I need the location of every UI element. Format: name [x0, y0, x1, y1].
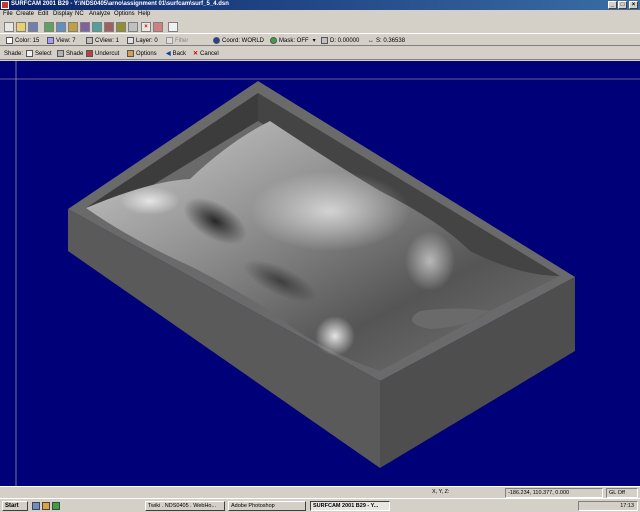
menu-bar: File Create Edit Display NC Analyze Opti…: [0, 10, 640, 19]
undercut-icon: [86, 50, 93, 57]
shade-icon: [57, 50, 64, 57]
menu-nc[interactable]: NC: [75, 11, 84, 17]
mask-label: Mask: OFF: [279, 37, 309, 44]
options-icon: [127, 50, 134, 57]
color-label: Color: 15: [15, 37, 40, 44]
back-button[interactable]: ◀ Back: [166, 49, 186, 58]
coordinate-readout: -186.234, 110.377, 0.000: [505, 488, 603, 498]
undercut-label: Undercut: [95, 50, 120, 57]
shaded-model: [0, 61, 640, 486]
menu-options[interactable]: Options: [114, 11, 135, 17]
zoom-all-icon[interactable]: [68, 22, 78, 32]
select-icon: [26, 50, 33, 57]
app-icon: [1, 1, 9, 9]
filter-label: Filter: [175, 37, 189, 44]
depth-label: D: 0.00000: [330, 37, 360, 44]
layer-control[interactable]: Layer: 0: [127, 36, 158, 45]
shade-toolbar: Shade: Select Shade Undercut Options ◀ B…: [0, 47, 640, 60]
graphics-viewport[interactable]: [0, 61, 640, 486]
shade-label: Shade: [66, 50, 84, 57]
system-tray: 17:13: [578, 501, 638, 511]
menu-create[interactable]: Create: [16, 11, 34, 17]
redraw-icon[interactable]: [128, 22, 138, 32]
color-control[interactable]: Color: 15: [6, 36, 39, 45]
menu-edit[interactable]: Edit: [38, 11, 48, 17]
color-swatch-icon: [6, 37, 13, 44]
window-title: SURFCAM 2001 B29 - Y:\NDS0405\arno\assig…: [11, 1, 229, 7]
menu-file[interactable]: File: [3, 11, 13, 17]
layer-icon: [127, 37, 134, 44]
step-label: S: 0.36538: [376, 37, 406, 44]
new-file-icon[interactable]: [4, 22, 14, 32]
cancel-x-icon: ✕: [193, 51, 199, 57]
quicklaunch-desktop-icon[interactable]: [32, 502, 40, 510]
trim-icon[interactable]: [153, 22, 163, 32]
quicklaunch-browser-icon[interactable]: [42, 502, 50, 510]
options-button[interactable]: Options: [127, 49, 157, 58]
filter-control[interactable]: Filter: [166, 36, 188, 45]
start-button[interactable]: Start: [2, 501, 28, 511]
shade-prompt: Shade:: [4, 50, 24, 57]
zoom-in-icon[interactable]: [80, 22, 90, 32]
cview-icon: [86, 37, 93, 44]
back-arrow-icon: ◀: [166, 51, 171, 57]
front-highlight: [315, 316, 355, 356]
pan-icon[interactable]: [104, 22, 114, 32]
view-control[interactable]: View: 7: [47, 36, 76, 45]
minimize-button[interactable]: _: [608, 1, 617, 9]
depth-icon: [321, 37, 328, 44]
cview-control[interactable]: CView: 1: [86, 36, 119, 45]
globe-icon: [213, 37, 220, 44]
select-label: Select: [35, 50, 52, 57]
cview-label: CView: 1: [95, 37, 119, 44]
status-bar: X, Y, Z: -186.234, 110.377, 0.000 GL Off: [0, 486, 640, 498]
select-button[interactable]: Select: [26, 49, 52, 58]
layer-label: Layer: 0: [136, 37, 158, 44]
shade-toggle-icon[interactable]: [44, 22, 54, 32]
close-button[interactable]: ×: [629, 1, 638, 9]
right-highlight: [405, 231, 455, 291]
title-bar: SURFCAM 2001 B29 - Y:\NDS0405\arno\assig…: [0, 0, 640, 10]
zoom-out-icon[interactable]: [92, 22, 102, 32]
step-control[interactable]: ↔ S: 0.36538: [368, 36, 405, 45]
xyz-label: X, Y, Z:: [432, 489, 450, 495]
menu-display[interactable]: Display: [53, 11, 73, 17]
options-label: Options: [136, 50, 157, 57]
task-twiki[interactable]: Twiki . NDS0405 . WebHo...: [145, 501, 225, 511]
task-photoshop[interactable]: Adobe Photoshop: [228, 501, 306, 511]
taskbar: Start Twiki . NDS0405 . WebHo... Adobe P…: [0, 498, 640, 512]
back-label: Back: [172, 50, 186, 57]
rotate-icon[interactable]: [116, 22, 126, 32]
undercut-button[interactable]: Undercut: [86, 49, 119, 58]
coord-label: Coord: WORLD: [222, 37, 265, 44]
view-label: View: 7: [56, 37, 76, 44]
delete-icon[interactable]: ×: [141, 22, 151, 32]
calculator-icon[interactable]: [168, 22, 178, 32]
mask-icon: [270, 37, 277, 44]
view-icon: [47, 37, 54, 44]
filter-icon: [166, 37, 173, 44]
step-arrow-icon: ↔: [368, 37, 374, 44]
maximize-button[interactable]: □: [618, 1, 627, 9]
save-icon[interactable]: [28, 22, 38, 32]
zoom-window-icon[interactable]: [56, 22, 66, 32]
task-surfcam[interactable]: SURFCAM 2001 B29 - Y...: [310, 501, 390, 511]
menu-help[interactable]: Help: [138, 11, 150, 17]
coord-control[interactable]: Coord: WORLD: [213, 36, 264, 45]
open-folder-icon[interactable]: [16, 22, 26, 32]
settings-toolbar: Color: 15 View: 7 CView: 1 Layer: 0 Filt…: [0, 34, 640, 46]
surface-highlight: [250, 171, 410, 251]
left-highlight: [120, 187, 180, 215]
shade-button[interactable]: Shade: [57, 49, 83, 58]
clock: 17:13: [620, 503, 634, 509]
gl-status: GL Off: [606, 488, 638, 498]
main-toolbar: ×: [0, 19, 640, 34]
depth-control[interactable]: D: 0.00000: [321, 36, 359, 45]
quicklaunch-app-icon[interactable]: [52, 502, 60, 510]
menu-analyze[interactable]: Analyze: [89, 11, 110, 17]
cancel-label: Cancel: [200, 50, 219, 57]
cancel-button[interactable]: ✕ Cancel: [193, 49, 219, 58]
mask-control[interactable]: Mask: OFF ▾: [270, 36, 316, 45]
mask-dropdown-icon[interactable]: ▾: [313, 37, 316, 44]
